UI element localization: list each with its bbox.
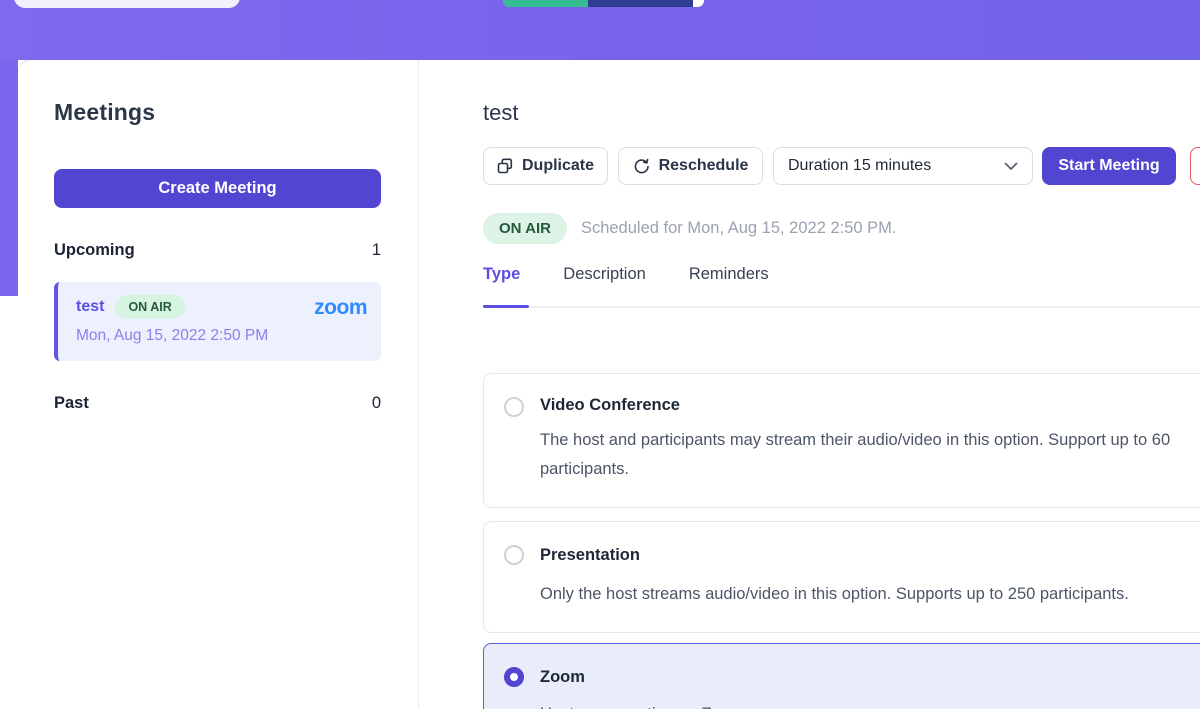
option-description: Only the host streams audio/video in thi… [540,580,1200,609]
active-tab-underline [483,305,529,308]
reschedule-label: Reschedule [659,157,749,175]
top-banner [0,0,1200,60]
meeting-name: test [76,298,104,316]
sidebar-title: Meetings [54,99,155,126]
scheduled-text: Scheduled for Mon, Aug 15, 2022 2:50 PM. [581,219,897,238]
option-description: Host your meeting on Zoom [540,700,1200,709]
option-zoom[interactable]: Zoom Host your meeting on Zoom [483,643,1200,709]
radio-checked-icon[interactable] [504,667,524,687]
progress-navy-segment [588,0,693,7]
past-section-header: Past 0 [54,391,381,415]
delete-button-cutoff[interactable] [1190,147,1200,185]
reschedule-button[interactable]: Reschedule [618,147,763,185]
progress-green-segment [503,0,588,7]
duration-value: Duration 15 minutes [788,157,931,175]
duplicate-label: Duplicate [522,157,594,175]
start-meeting-button[interactable]: Start Meeting [1042,147,1176,185]
radio-unchecked-icon[interactable] [504,545,524,565]
option-video-conference[interactable]: Video Conference The host and participan… [483,373,1200,508]
create-meeting-button[interactable]: Create Meeting [54,169,381,208]
radio-unchecked-icon[interactable] [504,397,524,417]
duration-select[interactable]: Duration 15 minutes [773,147,1033,185]
option-title: Zoom [540,668,585,687]
tab-reminders[interactable]: Reminders [689,262,769,306]
status-row: ON AIR Scheduled for Mon, Aug 15, 2022 2… [483,212,897,244]
cutoff-progress-bar [503,0,704,7]
zoom-logo: zoom [314,297,367,318]
copy-icon [497,158,513,174]
option-title: Presentation [540,546,640,565]
tab-bar: Type Description Reminders [483,262,1200,308]
banner-left-strip [0,60,18,296]
on-air-badge: ON AIR [115,295,184,319]
upcoming-label: Upcoming [54,241,135,260]
upcoming-section-header: Upcoming 1 [54,238,381,262]
tab-description[interactable]: Description [563,262,646,306]
cutoff-card-top-left [14,0,240,8]
meeting-detail-panel: test Duplicate Reschedule Duration 15 mi… [419,60,1200,709]
option-title: Video Conference [540,396,680,415]
upcoming-count: 1 [372,241,381,260]
option-description: The host and participants may stream the… [540,426,1200,484]
duplicate-button[interactable]: Duplicate [483,147,608,185]
tab-type[interactable]: Type [483,262,520,306]
meeting-title: test [483,100,518,126]
past-label: Past [54,394,89,413]
past-count: 0 [372,394,381,413]
meetings-sidebar: Meetings Create Meeting Upcoming 1 test … [18,60,418,709]
reschedule-icon [633,158,650,175]
meeting-item-row: test ON AIR zoom [76,295,367,319]
meeting-datetime: Mon, Aug 15, 2022 2:50 PM [76,327,367,345]
on-air-status-badge: ON AIR [483,213,567,244]
chevron-down-icon [1004,162,1018,171]
option-presentation[interactable]: Presentation Only the host streams audio… [483,521,1200,633]
meeting-list-item[interactable]: test ON AIR zoom Mon, Aug 15, 2022 2:50 … [54,282,381,361]
